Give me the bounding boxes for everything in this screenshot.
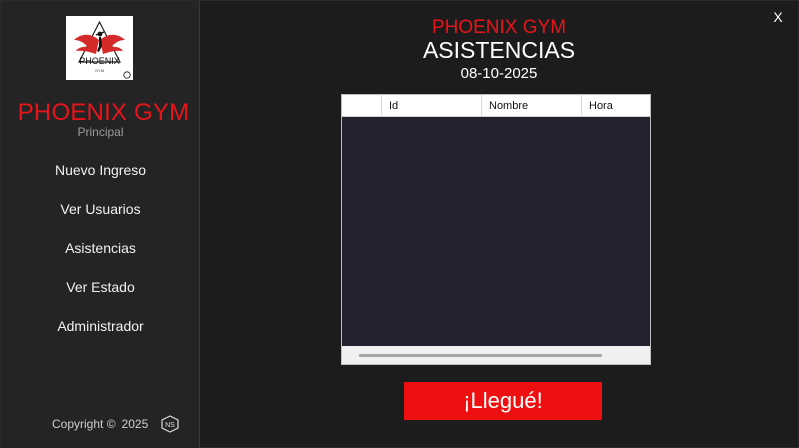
copyright-text: Copyright ©	[52, 417, 116, 431]
sidebar: PHOENIX GYM PHOENIX GYM Principal Nuevo …	[1, 1, 200, 448]
header-gym-name: PHOENIX GYM	[431, 17, 567, 38]
page-title: ASISTENCIAS	[422, 37, 576, 63]
brand-title: PHOENIX GYM	[17, 99, 190, 126]
column-header-hora[interactable]: Hora	[582, 95, 650, 117]
sidebar-item-administrador[interactable]: Administrador	[1, 307, 200, 346]
logo-text: PHOENIX	[79, 56, 120, 66]
gym-logo: PHOENIX GYM	[66, 16, 133, 80]
current-date: 08-10-2025	[460, 65, 538, 82]
column-header-id[interactable]: Id	[382, 95, 482, 117]
sidebar-footer: Copyright © 2025 NS	[52, 415, 180, 433]
sidebar-item-nuevo-ingreso[interactable]: Nuevo Ingreso	[1, 151, 200, 190]
scrollbar-thumb[interactable]	[359, 354, 602, 357]
attendance-table[interactable]: Id Nombre Hora	[341, 94, 651, 365]
main-panel: X PHOENIX GYM ASISTENCIAS 08-10-2025 Id …	[201, 1, 799, 448]
ns-badge-text: NS	[165, 422, 175, 429]
column-header-row-selector[interactable]	[342, 95, 382, 117]
ns-badge-icon: NS	[161, 415, 179, 433]
app-window: PHOENIX GYM PHOENIX GYM Principal Nuevo …	[0, 0, 799, 448]
brand-subtitle: Principal	[77, 125, 124, 139]
column-header-nombre[interactable]: Nombre	[482, 95, 582, 117]
table-header: Id Nombre Hora	[342, 95, 650, 117]
sidebar-item-ver-estado[interactable]: Ver Estado	[1, 268, 200, 307]
sidebar-item-asistencias[interactable]: Asistencias	[1, 229, 200, 268]
sidebar-nav: Nuevo Ingreso Ver Usuarios Asistencias V…	[1, 151, 200, 346]
phoenix-logo-icon: PHOENIX GYM	[74, 20, 131, 79]
sidebar-item-ver-usuarios[interactable]: Ver Usuarios	[1, 190, 200, 229]
table-body	[342, 118, 650, 346]
horizontal-scrollbar[interactable]	[342, 346, 650, 364]
arrived-button[interactable]: ¡Llegué!	[404, 382, 602, 420]
logo-subtext: GYM	[95, 68, 104, 73]
copyright-year: 2025	[121, 417, 149, 431]
